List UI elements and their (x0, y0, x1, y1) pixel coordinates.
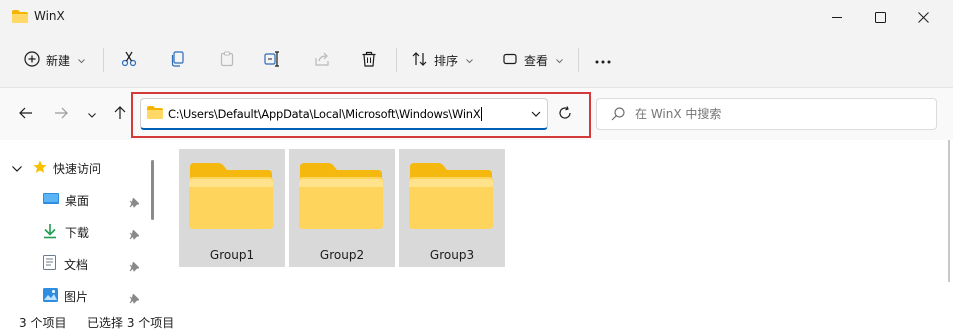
folder-item[interactable]: Group1 (179, 149, 285, 267)
navigation-pane: 快速访问 桌面 下载 文档 图片 (0, 140, 160, 312)
sidebar-item-desktop[interactable]: 桌面 (43, 187, 89, 213)
chevron-down-icon (466, 53, 473, 67)
sidebar-item-label: 桌面 (65, 193, 90, 208)
toolbar-separator (578, 48, 579, 72)
clipboard-icon (219, 51, 235, 70)
more-icon (595, 53, 611, 67)
navigation-bar: C:\Users\Default\AppData\Local\Microsoft… (0, 88, 953, 140)
folder-item[interactable]: Group2 (289, 149, 395, 267)
new-button[interactable]: 新建 (18, 44, 91, 76)
pictures-icon (43, 287, 58, 305)
toolbar-separator (396, 48, 397, 72)
delete-button[interactable] (352, 44, 386, 76)
search-icon (611, 107, 625, 121)
view-icon (502, 51, 518, 70)
sidebar-item-pictures[interactable]: 图片 (43, 283, 88, 309)
star-icon (33, 160, 47, 177)
maximize-button[interactable] (857, 0, 903, 34)
more-button[interactable] (586, 44, 620, 76)
pin-icon[interactable] (129, 229, 141, 243)
toolbar-separator (103, 48, 104, 72)
sidebar-item-label: 文档 (64, 257, 89, 272)
close-button[interactable] (900, 0, 946, 34)
sort-label: 排序 (434, 53, 459, 68)
arrow-left-icon (19, 107, 33, 122)
arrow-up-icon (114, 105, 126, 123)
sidebar-item-documents[interactable]: 文档 (43, 251, 88, 277)
cut-button[interactable] (112, 44, 146, 76)
selected-count: 已选择 3 个项目 (87, 316, 175, 330)
sidebar-item-label: 图片 (64, 289, 89, 304)
search-box[interactable] (596, 98, 937, 130)
sort-icon (412, 51, 428, 70)
rename-button[interactable] (256, 44, 290, 76)
chevron-down-icon (88, 107, 96, 121)
back-button[interactable] (13, 101, 39, 127)
window-edge (948, 140, 950, 282)
paste-button[interactable] (210, 44, 244, 76)
share-button[interactable] (305, 44, 339, 76)
plus-circle-icon (24, 50, 40, 70)
minimize-button[interactable] (814, 0, 860, 34)
arrow-right-icon (54, 107, 68, 122)
sidebar-item-quick-access[interactable]: 快速访问 (12, 155, 101, 181)
view-button[interactable]: 查看 (496, 44, 569, 76)
file-list: Group1 Group2 Group3 (160, 140, 953, 312)
command-bar: 新建 排序 查看 (0, 34, 953, 88)
document-icon (43, 255, 56, 273)
folder-name: Group1 (209, 248, 255, 262)
copy-button[interactable] (161, 44, 195, 76)
status-bar: 3 个项目 已选择 3 个项目 (0, 312, 953, 336)
up-button[interactable] (107, 101, 133, 127)
folder-name: Group2 (319, 248, 365, 262)
copy-icon (170, 50, 186, 70)
address-highlight-box (131, 92, 591, 138)
rename-icon (264, 50, 282, 70)
download-icon (43, 223, 57, 242)
chevron-down-icon (78, 53, 85, 67)
chevron-down-icon (12, 161, 22, 175)
new-label: 新建 (46, 53, 71, 68)
sidebar-item-label: 快速访问 (53, 161, 102, 176)
search-input[interactable] (635, 107, 915, 121)
folder-name: Group3 (429, 248, 475, 262)
item-count: 3 个项目 (19, 316, 67, 330)
title-bar: WinX (0, 0, 953, 34)
window-title: WinX (34, 9, 65, 23)
sort-button[interactable]: 排序 (406, 44, 479, 76)
folder-icon (12, 10, 28, 26)
folder-item[interactable]: Group3 (399, 149, 505, 267)
pin-icon[interactable] (129, 197, 141, 211)
chevron-down-icon (556, 53, 563, 67)
scissors-icon (121, 51, 137, 70)
view-label: 查看 (524, 53, 549, 68)
sidebar-scrollbar[interactable] (151, 160, 154, 220)
forward-button[interactable] (48, 101, 74, 127)
sidebar-item-downloads[interactable]: 下载 (43, 219, 89, 245)
pin-icon[interactable] (129, 261, 141, 275)
folder-icon (408, 161, 494, 234)
recent-locations-button[interactable] (79, 101, 105, 127)
folder-icon (298, 161, 384, 234)
share-icon (314, 51, 330, 70)
desktop-icon (43, 192, 59, 208)
trash-icon (361, 51, 377, 70)
sidebar-item-label: 下载 (65, 225, 90, 240)
pin-icon[interactable] (129, 293, 141, 307)
folder-icon (188, 161, 274, 234)
